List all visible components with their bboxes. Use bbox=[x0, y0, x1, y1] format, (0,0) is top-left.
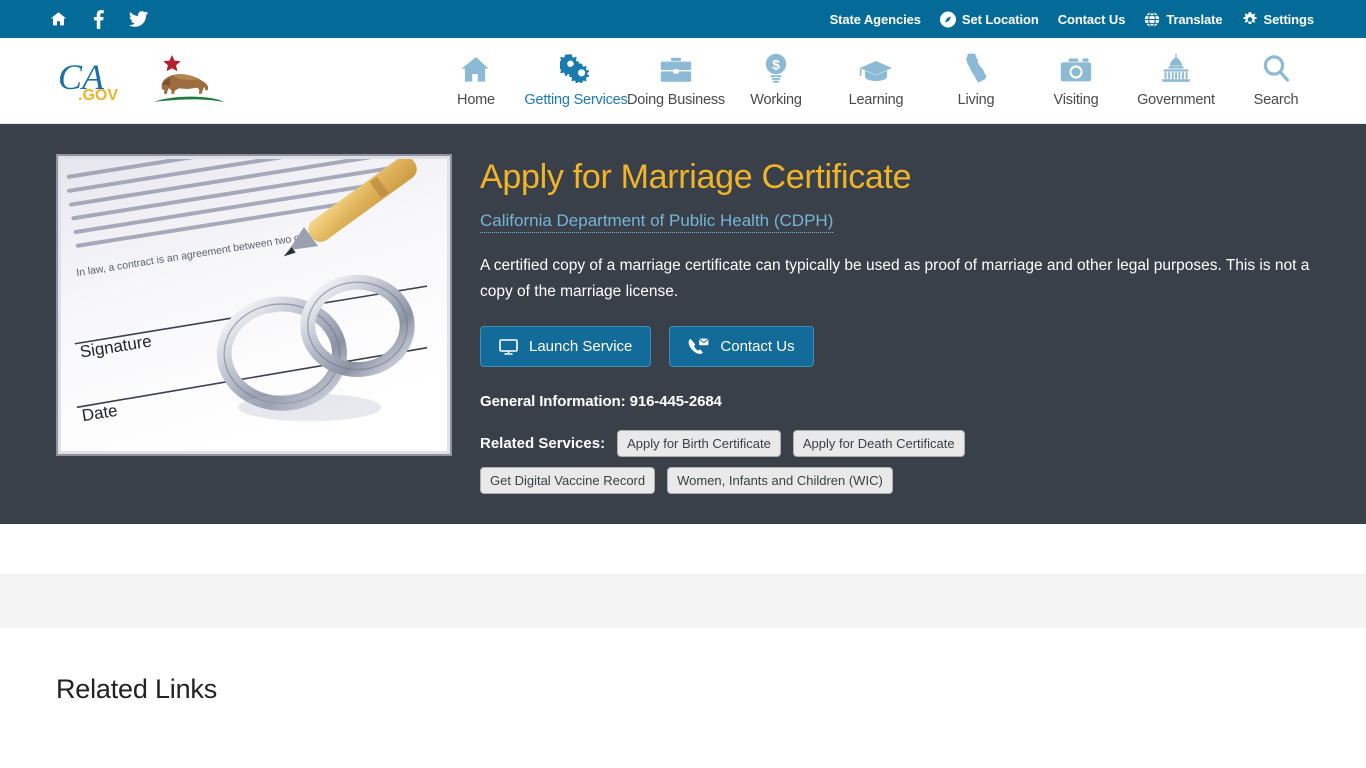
page-title: Apply for Marriage Certificate bbox=[480, 158, 912, 196]
nav-item-doing-business[interactable]: Doing Business bbox=[626, 53, 726, 108]
related-links-section: Related Links bbox=[0, 628, 1366, 705]
social-links bbox=[48, 9, 148, 29]
utility-bar: State Agencies Set Location Contact Us T… bbox=[0, 0, 1366, 38]
graduation-cap-icon bbox=[859, 53, 893, 83]
contact-us-button[interactable]: Contact Us bbox=[669, 326, 814, 368]
gears-icon bbox=[560, 53, 592, 83]
hero-action-buttons: Launch Service Contact Us bbox=[480, 326, 1326, 368]
home-icon[interactable] bbox=[48, 9, 68, 29]
hero-content: Apply for Marriage Certificate Californi… bbox=[480, 154, 1326, 495]
california-bear-icon bbox=[154, 54, 224, 102]
california-state-icon bbox=[965, 53, 987, 83]
gear-icon bbox=[1242, 11, 1258, 27]
nav-item-label: Living bbox=[957, 92, 995, 108]
dollar-bulb-icon: $ bbox=[763, 53, 789, 83]
contact-us-label: Contact Us bbox=[720, 338, 795, 356]
nav-item-living[interactable]: Living bbox=[926, 53, 1026, 108]
nav-item-label: Search bbox=[1253, 92, 1299, 108]
ca-gov-logo[interactable]: CA .GOV bbox=[56, 53, 306, 109]
utility-link-label: Contact Us bbox=[1057, 11, 1126, 27]
utility-link-translate[interactable]: Translate bbox=[1144, 11, 1223, 27]
related-service-chip[interactable]: Apply for Death Certificate bbox=[792, 430, 965, 458]
utility-link-label: State Agencies bbox=[829, 11, 921, 27]
nav-item-search[interactable]: Search bbox=[1226, 53, 1326, 108]
house-icon bbox=[461, 53, 491, 83]
launch-service-button[interactable]: Launch Service bbox=[480, 326, 652, 368]
utility-link-state-agencies[interactable]: State Agencies bbox=[830, 12, 921, 27]
related-links-title: Related Links bbox=[56, 674, 217, 704]
nav-item-label: Government bbox=[1137, 92, 1215, 108]
nav-item-visiting[interactable]: Visiting bbox=[1026, 53, 1126, 108]
nav-item-home[interactable]: Home bbox=[426, 53, 526, 108]
utility-link-label: Settings bbox=[1263, 11, 1315, 27]
utility-link-label: Translate bbox=[1166, 11, 1223, 27]
related-service-chip[interactable]: Get Digital Vaccine Record bbox=[480, 467, 656, 495]
nav-item-label: Learning bbox=[848, 92, 904, 108]
utility-link-label: Set Location bbox=[961, 11, 1039, 27]
nav-item-label: Home bbox=[457, 92, 495, 108]
ca-gov-wordmark: CA .GOV bbox=[58, 57, 118, 104]
capitol-icon bbox=[1160, 53, 1192, 83]
location-icon bbox=[939, 11, 956, 27]
utility-link-contact-us[interactable]: Contact Us bbox=[1058, 12, 1126, 27]
marriage-certificate-photo: In law, a contract is an agreement betwe… bbox=[61, 159, 447, 451]
nav-item-label: Doing Business bbox=[627, 92, 725, 108]
search-icon bbox=[1262, 53, 1290, 83]
launch-service-label: Launch Service bbox=[529, 338, 633, 356]
svg-text:.GOV: .GOV bbox=[78, 87, 118, 104]
svg-text:$: $ bbox=[772, 57, 780, 73]
agency-link[interactable]: California Department of Public Health (… bbox=[480, 211, 834, 234]
camera-icon bbox=[1060, 53, 1092, 83]
related-services-label: Related Services: bbox=[480, 435, 606, 453]
related-service-chip[interactable]: Apply for Birth Certificate bbox=[617, 430, 781, 458]
main-navigation: CA .GOV Home Getting Services Doing Busi… bbox=[0, 38, 1366, 124]
nav-item-learning[interactable]: Learning bbox=[826, 53, 926, 108]
nav-item-government[interactable]: Government bbox=[1126, 53, 1226, 108]
general-information: General Information: 916-445-2684 bbox=[480, 393, 722, 411]
nav-item-label: Getting Services bbox=[524, 92, 628, 108]
service-description: A certified copy of a marriage certifica… bbox=[480, 257, 1310, 300]
hero-section: In law, a contract is an agreement betwe… bbox=[0, 124, 1366, 524]
facebook-icon[interactable] bbox=[88, 9, 108, 29]
spacer-band-gray bbox=[0, 574, 1366, 628]
nav-item-working[interactable]: $ Working bbox=[726, 53, 826, 108]
utility-link-set-location[interactable]: Set Location bbox=[939, 11, 1039, 27]
phone-envelope-icon bbox=[688, 338, 709, 355]
nav-item-label: Visiting bbox=[1053, 92, 1099, 108]
briefcase-icon bbox=[660, 53, 692, 83]
twitter-icon[interactable] bbox=[128, 9, 148, 29]
spacer-band-white bbox=[0, 524, 1366, 574]
nav-item-label: Working bbox=[750, 92, 802, 108]
nav-items: Home Getting Services Doing Business $ W… bbox=[306, 53, 1326, 108]
service-image-frame: In law, a contract is an agreement betwe… bbox=[56, 154, 452, 456]
globe-icon bbox=[1144, 11, 1160, 27]
utility-link-settings[interactable]: Settings bbox=[1242, 11, 1314, 27]
nav-item-getting-services[interactable]: Getting Services bbox=[524, 53, 628, 108]
utility-links: State Agencies Set Location Contact Us T… bbox=[830, 11, 1314, 27]
related-services: Related Services: Apply for Birth Certif… bbox=[480, 430, 1120, 495]
related-service-chip[interactable]: Women, Infants and Children (WIC) bbox=[667, 467, 893, 495]
monitor-icon bbox=[499, 338, 518, 355]
